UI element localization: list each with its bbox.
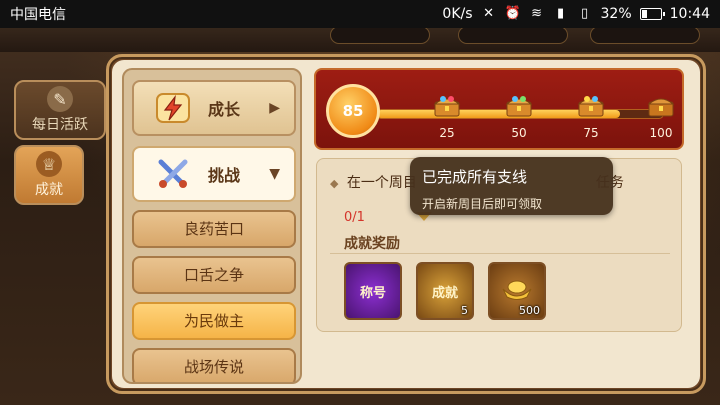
chevron-down-icon: ▼ [269, 166, 280, 182]
carrier-label: 中国电信 [10, 7, 66, 23]
tab-achievement[interactable]: ♕ 成就 [14, 145, 84, 205]
status-bar: 中国电信 0K/s ✕ ⏰ ≋ ▮ ▯ 32% 10:44 [0, 0, 720, 28]
alarm-icon: ⏰ [504, 6, 521, 21]
treasure-chest-icon[interactable] [576, 92, 606, 118]
reward-achievement-badge[interactable]: 成就 5 [416, 262, 474, 320]
chevron-right-icon: ▶ [269, 100, 280, 116]
subcategory-item[interactable]: 口舌之争 [132, 256, 296, 294]
tooltip: 已完成所有支线 开启新周目后即可领取 [410, 157, 613, 215]
gold-ingot-icon [500, 277, 534, 305]
subcategory-item-active[interactable]: 为民做主 [132, 302, 296, 340]
tab-daily-active-label: 每日活跃 [32, 117, 88, 133]
battery-icon [639, 8, 665, 20]
resource-chip[interactable] [458, 26, 568, 44]
signal-icon: ▮ [556, 6, 565, 21]
battery-fill [641, 10, 647, 18]
task-title-start: 在一个周目 [346, 175, 417, 191]
milestone-label: 25 [439, 126, 455, 140]
tab-daily-active[interactable]: ✎ 每日活跃 [14, 80, 106, 140]
battery-percent: 32% [600, 6, 632, 22]
subcategory-label: 为民做主 [183, 312, 244, 330]
trophy-icon: ♕ [36, 151, 62, 177]
category-growth-label: 成长 [208, 100, 241, 119]
category-list: 成长 ▶ 挑战 ▼ 良药苦口 口舌之争 为民做主 战场传说 [122, 68, 302, 384]
wifi-icon: ≋ [531, 6, 542, 21]
title-scroll-icon: 称号 [359, 285, 386, 301]
tooltip-line1: 已完成所有支线 [422, 168, 528, 186]
diamond-bullet-icon: ◆ [330, 177, 339, 190]
scroll-icon: ✎ [47, 86, 73, 112]
task-progress: 0/1 [344, 210, 365, 225]
crossed-swords-icon [152, 154, 194, 194]
milestone-label: 50 [511, 126, 527, 140]
lightning-icon [152, 88, 194, 128]
resource-chip[interactable] [590, 26, 700, 44]
subcategory-label: 口舌之争 [183, 266, 244, 284]
reward-gold-ingot[interactable]: 500 [488, 262, 546, 320]
network-speed: 0K/s [442, 6, 473, 22]
category-growth[interactable]: 成长 ▶ [132, 80, 296, 136]
divider [330, 253, 670, 254]
reward-count: 500 [519, 304, 540, 317]
subcategory-item[interactable]: 良药苦口 [132, 210, 296, 248]
milestone-label: 75 [583, 126, 599, 140]
tab-achievement-label: 成就 [35, 182, 63, 198]
reward-label: 成就奖励 [344, 236, 400, 252]
resource-chip[interactable] [330, 26, 430, 44]
subcategory-label: 良药苦口 [183, 220, 244, 238]
category-challenge[interactable]: 挑战 ▼ [132, 146, 296, 202]
reward-title-scroll[interactable]: 称号 [344, 262, 402, 320]
mute-icon: ✕ [483, 6, 494, 21]
subcategory-item[interactable]: 战场传说 [132, 348, 296, 382]
treasure-chest-icon[interactable] [504, 92, 534, 118]
subcategory-label: 战场传说 [183, 358, 244, 376]
tooltip-line2: 开启新周目后即可领取 [422, 197, 543, 211]
milestone-label: 100 [649, 126, 673, 140]
category-challenge-label: 挑战 [208, 166, 241, 185]
sim-icon: ▯ [580, 6, 589, 21]
reward-count: 5 [461, 304, 468, 317]
treasure-chest-icon[interactable] [432, 92, 462, 118]
achievement-badge-icon: 成就 [431, 285, 458, 301]
clock: 10:44 [669, 6, 710, 22]
treasure-chest-icon[interactable] [646, 92, 676, 118]
achievement-points-badge: 85 [326, 84, 380, 138]
